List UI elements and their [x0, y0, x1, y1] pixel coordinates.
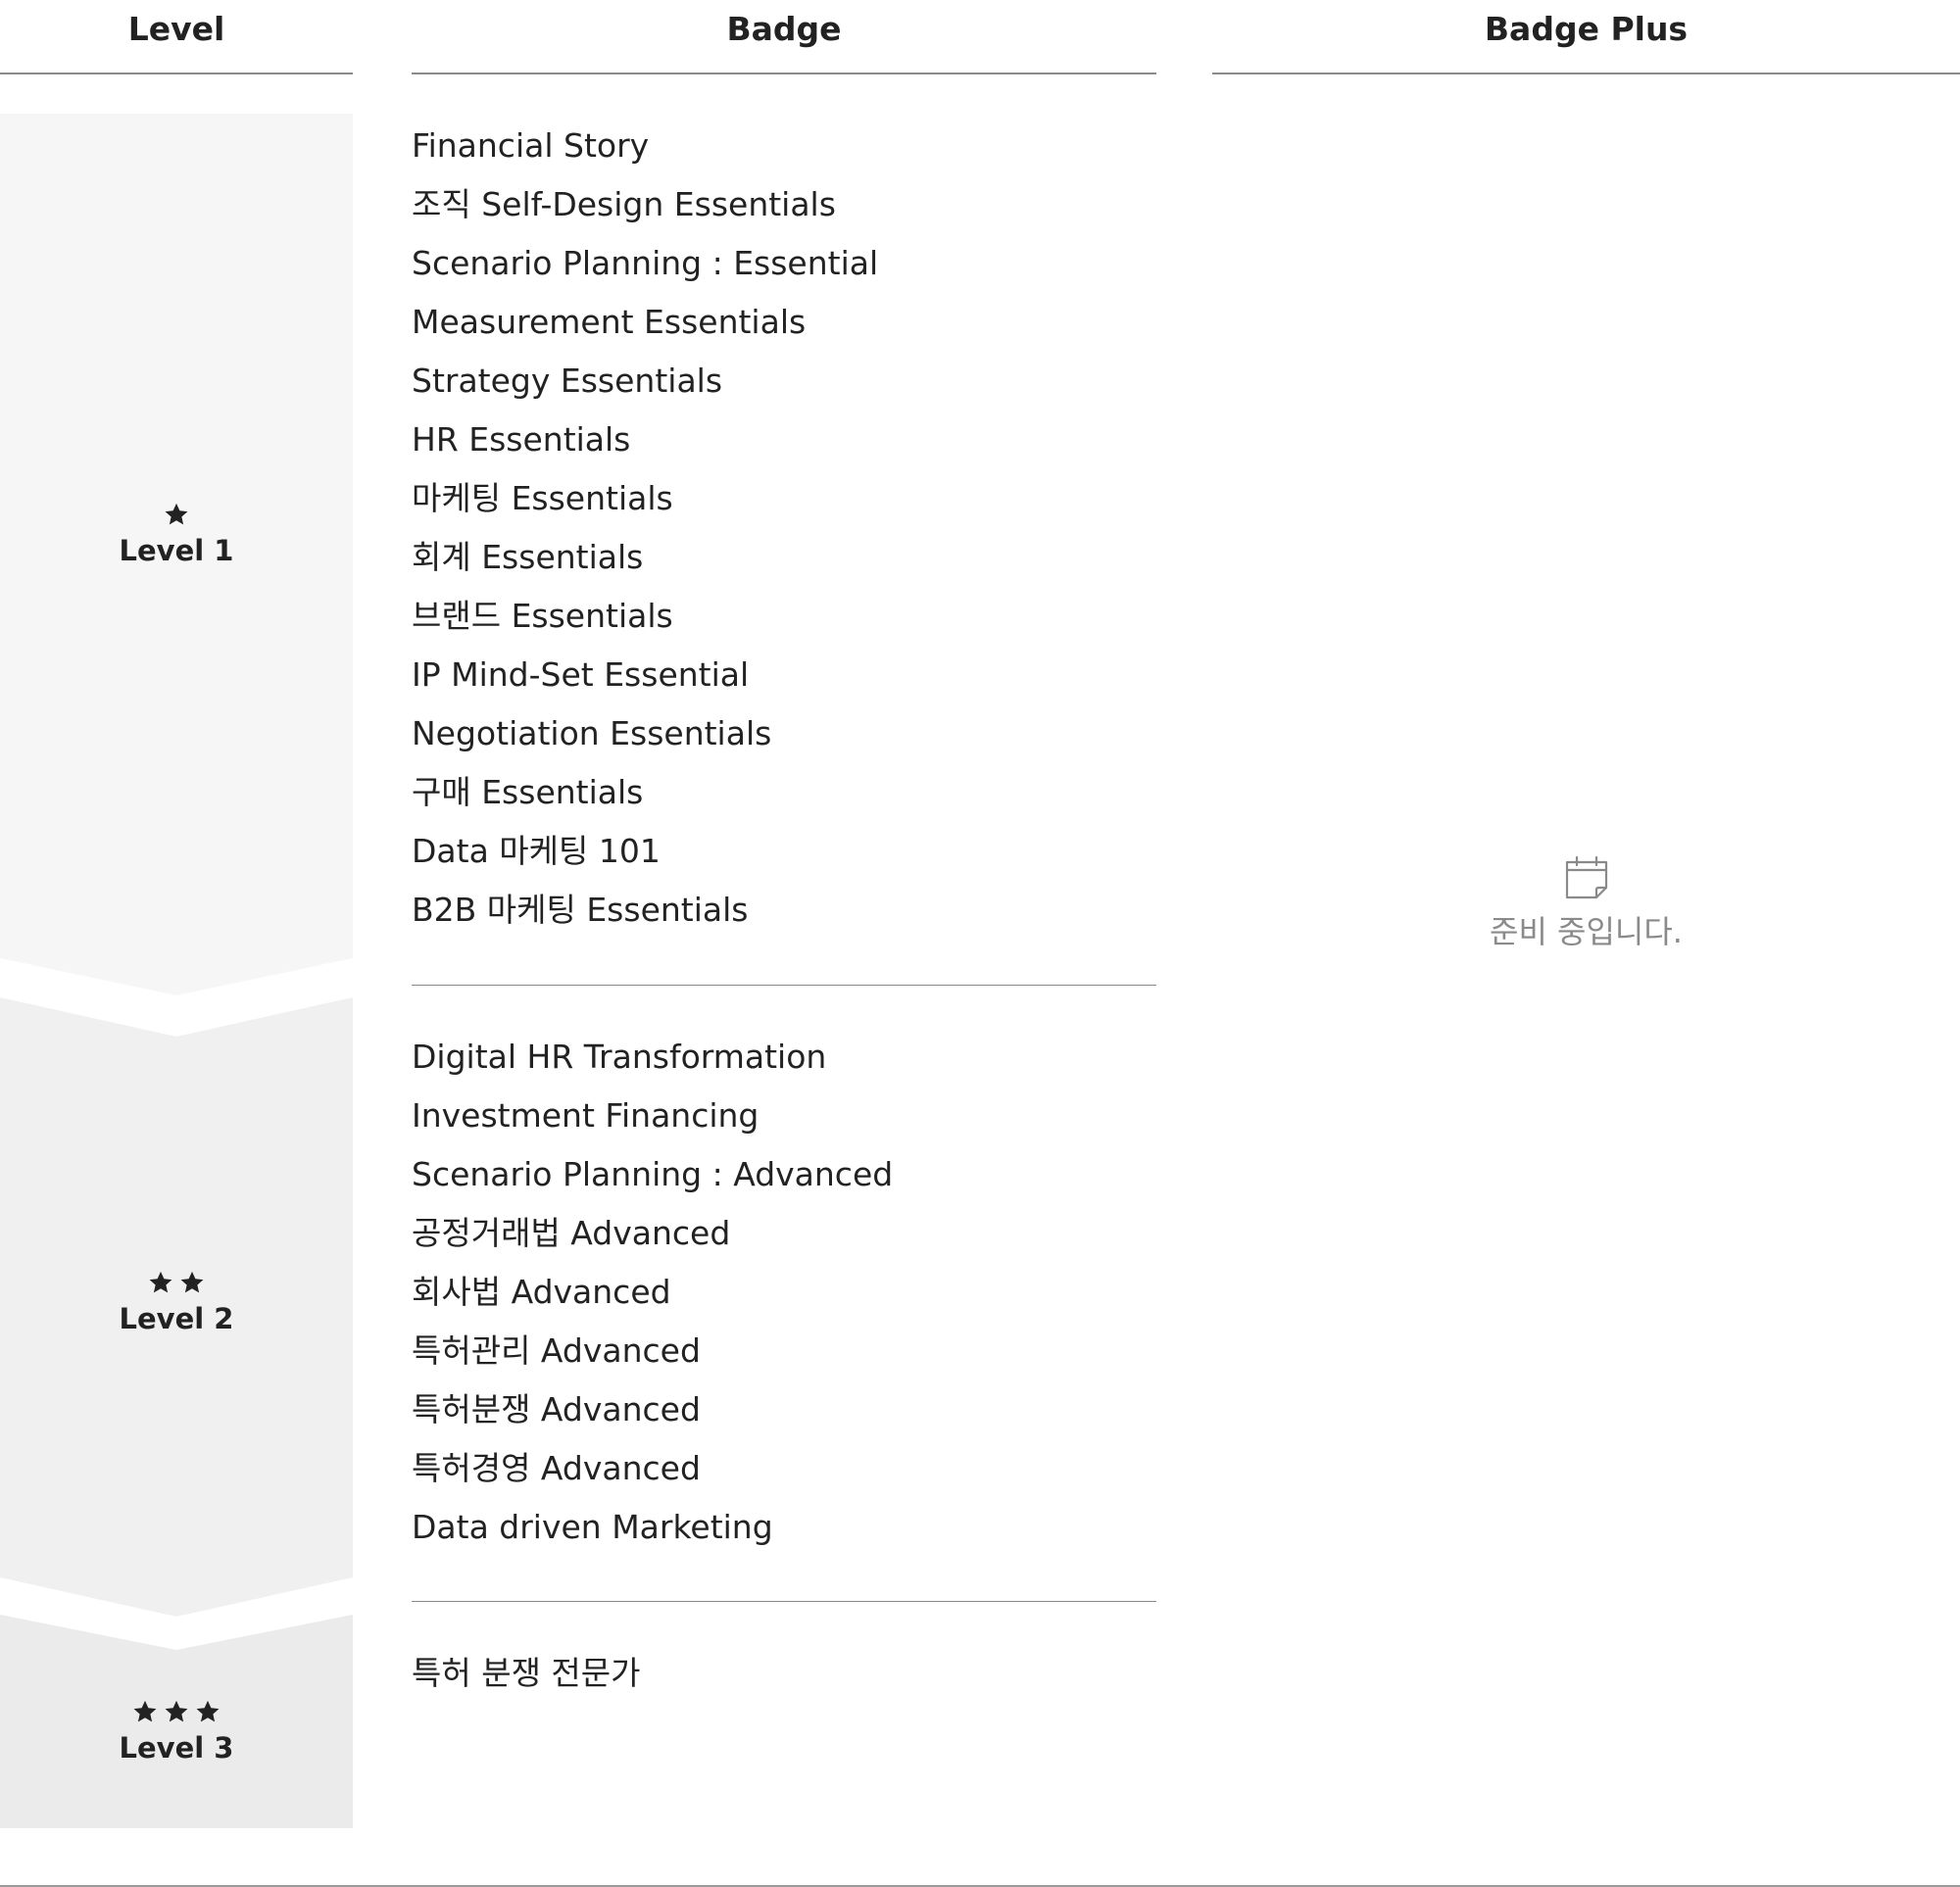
badge-item[interactable]: Investment Financing: [412, 1087, 1156, 1145]
level-1-divider: [412, 985, 1156, 986]
badge-item[interactable]: 특허 분쟁 전문가: [412, 1644, 1156, 1703]
badge-item[interactable]: Financial Story: [412, 117, 1156, 175]
header-divider-level: [0, 73, 353, 74]
column-header-level: Level: [127, 10, 225, 48]
column-header-badge-plus: Badge Plus: [1484, 10, 1689, 48]
badge-item[interactable]: Scenario Planning : Essential: [412, 234, 1156, 293]
header-divider-badge: [412, 73, 1156, 74]
level-3-stars: [0, 1698, 353, 1727]
badge-item[interactable]: Negotiation Essentials: [412, 704, 1156, 763]
level-2-label: Level 2: [0, 1269, 353, 1337]
badge-item[interactable]: Measurement Essentials: [412, 293, 1156, 352]
level-1-stars: [0, 501, 353, 530]
level-2-badge-list: Digital HR Transformation Investment Fin…: [412, 1028, 1156, 1557]
level-1-label: Level 1: [0, 501, 353, 569]
header-divider-badge-plus: [1212, 73, 1960, 74]
preparing-message: 준비 중입니다.: [1490, 913, 1683, 950]
calendar-icon: [1561, 852, 1612, 903]
level-2-stars: [0, 1269, 353, 1298]
badge-item[interactable]: Data driven Marketing: [412, 1498, 1156, 1557]
badge-item[interactable]: 회계 Essentials: [412, 528, 1156, 587]
level-2-name: Level 2: [119, 1302, 234, 1335]
badge-item[interactable]: Strategy Essentials: [412, 352, 1156, 411]
badge-item[interactable]: 공정거래법 Advanced: [412, 1204, 1156, 1263]
level-3-badge-list: 특허 분쟁 전문가: [412, 1644, 1156, 1703]
badge-item[interactable]: 특허관리 Advanced: [412, 1322, 1156, 1380]
badge-item[interactable]: 조직 Self-Design Essentials: [412, 175, 1156, 234]
level-2-divider: [412, 1601, 1156, 1602]
star-icon: [131, 1698, 159, 1725]
star-icon: [194, 1698, 221, 1725]
star-icon: [163, 1698, 190, 1725]
badge-plus-placeholder: 준비 중입니다.: [1212, 852, 1960, 956]
star-icon: [178, 1269, 206, 1296]
level-1-name: Level 1: [119, 534, 234, 567]
level-3-name: Level 3: [119, 1731, 234, 1765]
badge-item[interactable]: 회사법 Advanced: [412, 1263, 1156, 1322]
badge-item[interactable]: 마케팅 Essentials: [412, 469, 1156, 528]
badge-item[interactable]: IP Mind-Set Essential: [412, 646, 1156, 704]
badge-item[interactable]: 특허경영 Advanced: [412, 1439, 1156, 1498]
badge-item[interactable]: HR Essentials: [412, 411, 1156, 469]
badge-item[interactable]: B2B 마케팅 Essentials: [412, 881, 1156, 940]
badge-item[interactable]: Scenario Planning : Advanced: [412, 1145, 1156, 1204]
badge-item[interactable]: Digital HR Transformation: [412, 1028, 1156, 1087]
badge-item[interactable]: 브랜드 Essentials: [412, 587, 1156, 646]
column-header-badge: Badge: [726, 10, 842, 48]
star-icon: [163, 501, 190, 528]
badge-item[interactable]: 구매 Essentials: [412, 763, 1156, 822]
level-3-label: Level 3: [0, 1698, 353, 1766]
level-1-badge-list: Financial Story 조직 Self-Design Essential…: [412, 117, 1156, 940]
badge-item[interactable]: Data 마케팅 101: [412, 822, 1156, 881]
badge-item[interactable]: 특허분쟁 Advanced: [412, 1380, 1156, 1439]
star-icon: [147, 1269, 174, 1296]
